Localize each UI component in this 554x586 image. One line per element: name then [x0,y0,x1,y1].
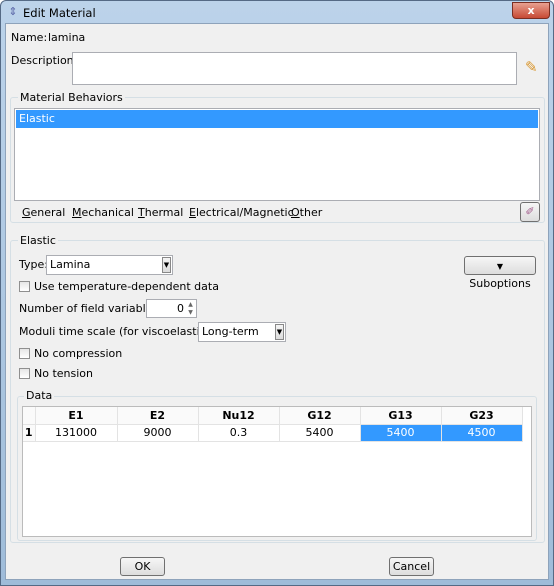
material-behaviors-label: Material Behaviors [18,91,125,104]
temp-dependent-label: Use temperature-dependent data [34,280,219,293]
menu-electrical-magnetic[interactable]: Electrical/Magnetic [189,206,294,219]
moduli-value: Long-term [202,325,259,338]
mnemonic: E [189,206,196,219]
cell-e2[interactable]: 9000 [117,424,199,442]
name-label: Name: [11,31,48,44]
field-variables-value: 0 [177,302,184,315]
name-value: lamina [48,31,86,44]
cell-e1[interactable]: 131000 [35,424,118,442]
table-header-row: E1 E2 Nu12 G12 G13 G23 [23,407,523,425]
mnemonic: T [138,206,145,219]
field-variables-label: Number of field variables: [19,302,162,315]
close-button[interactable]: x [512,2,550,19]
eraser-icon: ✐ [525,205,535,218]
column-header-g12[interactable]: G12 [279,407,361,425]
chevron-down-icon: ▼ [275,324,284,340]
cell-g23[interactable]: 4500 [441,424,523,442]
app-icon: ⇕ [8,5,18,18]
no-tension-label: No tension [34,367,93,380]
menu-label: Other [291,206,323,219]
row-header-corner [23,407,36,425]
type-select[interactable]: Lamina ▼ [46,255,173,275]
pencil-edit-icon[interactable]: ✎ [525,58,538,76]
behavior-item-elastic[interactable]: Elastic [16,110,538,128]
elastic-group-label: Elastic [18,234,58,247]
menu-label: eneral [30,206,66,219]
eraser-button[interactable]: ✐ [520,202,540,222]
cell-nu12[interactable]: 0.3 [198,424,280,442]
field-variables-spinbox[interactable]: 0 ▲ ▼ [146,299,197,318]
moduli-time-scale-select[interactable]: Long-term ▼ [198,322,286,342]
menu-label: hermal [144,206,184,219]
no-compression-checkbox[interactable] [19,348,30,359]
column-header-nu12[interactable]: Nu12 [198,407,280,425]
cell-g12[interactable]: 5400 [279,424,361,442]
moduli-time-scale-label: Moduli time scale (for viscoelasticity): [19,325,228,338]
menu-label: lectrical/Magnetic [195,206,294,219]
data-group-label: Data [24,389,55,402]
no-compression-label: No compression [34,347,123,360]
chevron-down-icon: ▼ [162,257,171,273]
description-input[interactable] [72,52,517,85]
mnemonic: G [22,206,31,219]
menu-thermal[interactable]: Thermal [138,206,183,219]
temp-dependent-checkbox[interactable] [19,281,30,292]
suboptions-button[interactable]: ▼ Suboptions [464,256,536,290]
suboptions-label: Suboptions [469,277,531,290]
type-value: Lamina [50,258,91,271]
mnemonic: M [72,206,82,219]
description-label: Description: [11,54,78,67]
spinner-arrows-icon[interactable]: ▲ ▼ [186,301,195,317]
row-number[interactable]: 1 [23,424,36,442]
menu-mechanical[interactable]: Mechanical [72,206,134,219]
window-title: Edit Material [23,6,96,20]
menu-other[interactable]: Other [291,206,322,219]
column-header-g13[interactable]: G13 [360,407,442,425]
menu-label: echanical [81,206,134,219]
data-table[interactable]: E1 E2 Nu12 G12 G13 G23 1 131000 9000 0.3… [22,406,532,537]
cell-g13[interactable]: 5400 [360,424,442,442]
column-header-e1[interactable]: E1 [35,407,118,425]
type-label: Type: [19,258,48,271]
ok-button[interactable]: OK [120,557,165,576]
column-header-g23[interactable]: G23 [441,407,523,425]
no-tension-checkbox[interactable] [19,368,30,379]
cancel-button[interactable]: Cancel [389,557,434,576]
table-row: 1 131000 9000 0.3 5400 5400 4500 [23,424,523,442]
column-header-e2[interactable]: E2 [117,407,199,425]
menu-general[interactable]: General [22,206,65,219]
triangle-down-icon: ▼ [496,262,504,271]
behaviors-list[interactable]: Elastic [14,108,540,201]
